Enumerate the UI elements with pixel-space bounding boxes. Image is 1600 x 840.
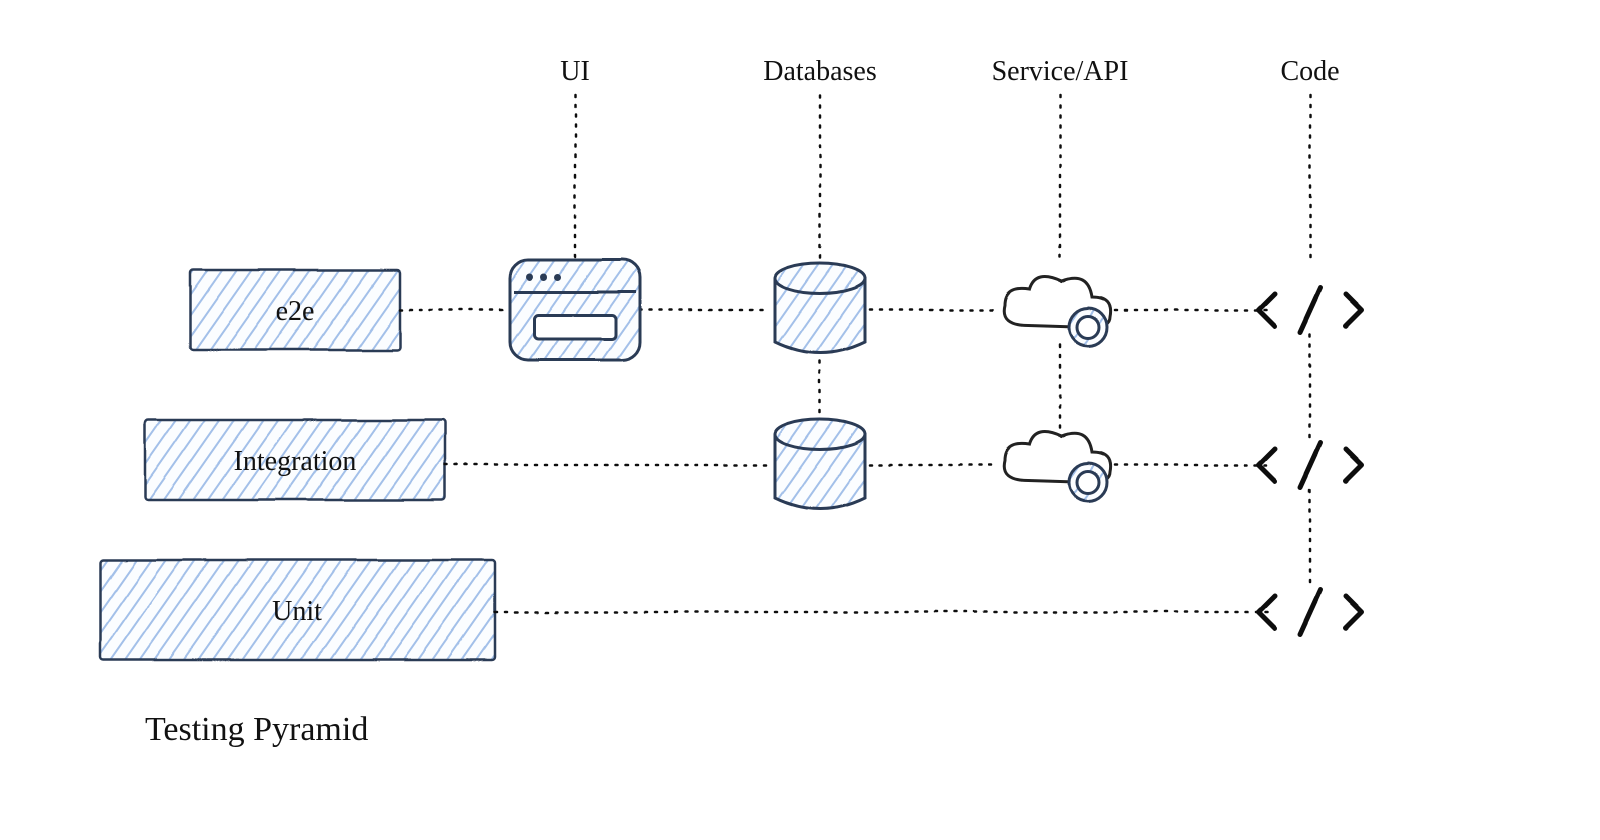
database-cylinder-icon: [775, 419, 865, 509]
level-label-integration: Integration: [234, 446, 357, 477]
column-label-svc: Service/API: [992, 56, 1129, 87]
cloud-gear-icon: [1004, 432, 1110, 502]
column-label-code: Code: [1280, 56, 1339, 87]
level-label-e2e: e2e: [276, 296, 315, 327]
level-label-unit: Unit: [272, 596, 322, 627]
database-cylinder-icon: [775, 263, 865, 353]
testing-pyramid-diagram: UI Databases Service/API Code e2e Integr…: [0, 0, 1600, 840]
code-angle-icon: [1258, 288, 1362, 332]
column-label-ui: UI: [560, 56, 590, 87]
column-label-db: Databases: [763, 56, 877, 87]
diagram-title: Testing Pyramid: [145, 711, 368, 748]
browser-window-icon: [510, 260, 640, 360]
code-angle-icon: [1258, 590, 1362, 634]
code-angle-icon: [1258, 443, 1362, 487]
cloud-gear-icon: [1004, 277, 1110, 347]
